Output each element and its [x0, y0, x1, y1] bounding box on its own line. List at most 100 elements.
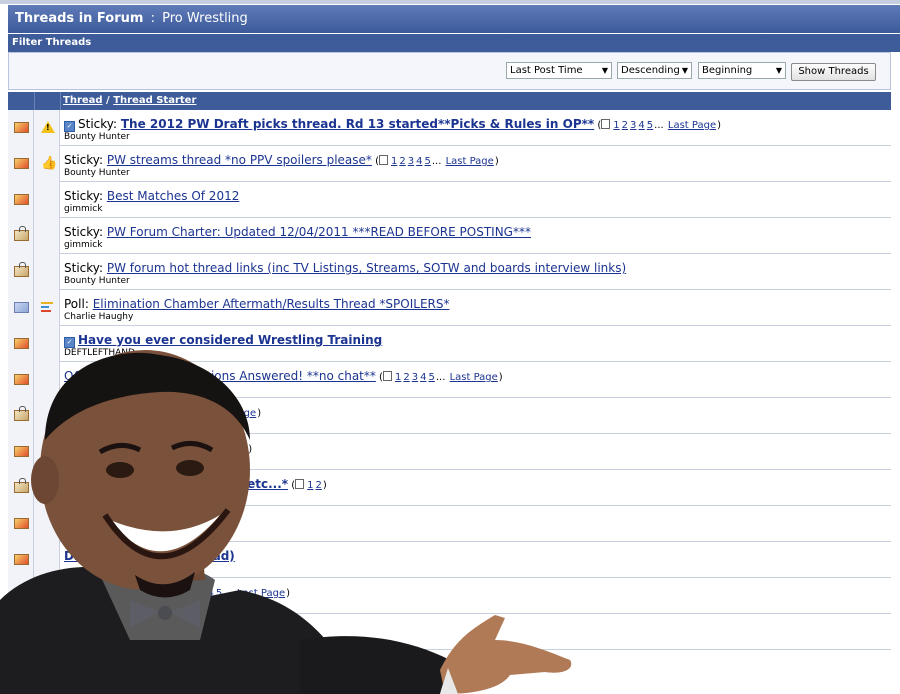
multipage-icon: [382, 371, 392, 381]
page-link[interactable]: 4: [179, 408, 185, 419]
thread-starter[interactable]: gimmick: [64, 204, 102, 214]
page-link[interactable]: 4: [105, 624, 111, 635]
thread-title-link[interactable]: PW streams thread *no PPV spoilers pleas…: [107, 153, 372, 167]
page-link[interactable]: 1: [391, 156, 397, 167]
thread-title-link[interactable]: Live Thread: [64, 405, 134, 419]
sort-order-select[interactable]: Descending ▼: [617, 62, 692, 79]
locked-folder-icon: [14, 406, 29, 421]
thread-title-link[interactable]: Have you ever considered Wrestling Train…: [78, 333, 382, 347]
page-link[interactable]: 1: [395, 372, 401, 383]
thread-title-link[interactable]: PW forum hot thread links (inc TV Listin…: [107, 261, 626, 275]
lock-icon: [19, 478, 26, 484]
thread-title-link[interactable]: PW Forum Charter: Updated 12/04/2011 ***…: [107, 225, 531, 239]
page-link[interactable]: 2: [162, 408, 168, 419]
thread-status-cell: [8, 542, 34, 578]
thread-starter[interactable]: gimmick: [64, 240, 102, 250]
thread-prefix: Poll:: [64, 297, 93, 311]
thread-starter[interactable]: DEFTLEFTHAND: [64, 348, 135, 358]
page-link[interactable]: 5: [425, 156, 431, 167]
thread-list: ✓ Sticky: The 2012 PW Draft picks thread.…: [8, 110, 891, 650]
page-link[interactable]: 5: [187, 408, 193, 419]
thread-title-link[interactable]: Draft (Evaluation thread): [64, 549, 235, 563]
sort-by-thread-link[interactable]: Thread: [63, 95, 103, 106]
thread-row: Sticky: PW forum hot thread links (inc T…: [8, 254, 891, 290]
thread-title-link[interactable]: Pre-Show thread *Spoilers etc...*: [64, 477, 288, 491]
header-status-col: [8, 92, 35, 110]
last-page-link[interactable]: Last Page: [446, 156, 494, 167]
page-link[interactable]: 3: [630, 120, 636, 131]
thread-status-cell: [8, 326, 34, 362]
checkmark-icon: ✓: [64, 121, 75, 132]
multipage-icon: [141, 407, 151, 417]
hot-folder-icon: [14, 374, 29, 385]
page-link[interactable]: 2: [241, 444, 247, 455]
page-link[interactable]: 3: [199, 588, 205, 599]
last-page-link[interactable]: Last Page: [237, 588, 285, 599]
thread-starter[interactable]: Bounty Hunter: [64, 276, 130, 286]
filter-threads-header: Filter Threads: [8, 34, 900, 52]
page-link[interactable]: 4: [207, 588, 213, 599]
multipage-icon: [220, 443, 230, 453]
thread-title-link[interactable]: Elimination Chamber Aftermath/Results Th…: [93, 297, 450, 311]
page-link[interactable]: 1: [232, 444, 238, 455]
header-sort-links: Thread / Thread Starter: [63, 95, 196, 106]
page-link[interactable]: 5: [428, 372, 434, 383]
last-page-link[interactable]: Last Page: [668, 120, 716, 131]
thread-title-line: Draft (Evaluation thread): [64, 549, 235, 563]
thread-list-header: Thread / Thread Starter: [8, 92, 891, 110]
lock-icon: [19, 226, 26, 232]
page-link[interactable]: 2: [191, 588, 197, 599]
page-link[interactable]: 1: [307, 480, 313, 491]
page-link[interactable]: 4: [416, 156, 422, 167]
multipage-icon: [170, 587, 180, 597]
thread-status-cell: [8, 506, 34, 542]
thread-starter[interactable]: Bounty Hunter: [64, 132, 130, 142]
page-link[interactable]: 3: [412, 372, 418, 383]
last-page-link[interactable]: Last Page: [135, 624, 183, 635]
page-link[interactable]: 1: [153, 408, 159, 419]
page-link[interactable]: 4: [420, 372, 426, 383]
thread-status-cell: [8, 362, 34, 398]
thread-title-link[interactable]: ussion thread*: [64, 585, 163, 599]
from-select[interactable]: Beginning ▼: [698, 62, 786, 79]
page-link[interactable]: 2: [399, 156, 405, 167]
thread-prefix: Sticky:: [64, 261, 107, 275]
thread-title-link[interactable]: PPV prediction thread: [64, 441, 213, 455]
thread-title-link[interactable]: Q&A thread - Your Questions Answered! **…: [64, 369, 376, 383]
from-value: Beginning: [702, 65, 753, 76]
thread-pages: (1 2 3 4 5... Last Page): [594, 119, 722, 131]
page-link[interactable]: 1: [613, 120, 619, 131]
thread-title-link[interactable]: The 2012 PW Draft picks thread. Rd 13 st…: [121, 117, 594, 131]
thread-icon-cell: [34, 254, 60, 290]
sort-order-value: Descending: [621, 65, 680, 76]
page-link[interactable]: 3: [97, 624, 103, 635]
last-page-link[interactable]: Last Page: [450, 372, 498, 383]
thread-starter[interactable]: Bounty Hunter: [64, 168, 130, 178]
thread-title-line: Sticky: Best Matches Of 2012: [64, 189, 239, 203]
page-link[interactable]: 2: [316, 480, 322, 491]
page-link[interactable]: 1: [80, 624, 86, 635]
hot-folder-icon: [14, 446, 29, 457]
thread-starter[interactable]: Charlie Haughy: [64, 312, 133, 322]
page-link[interactable]: 2: [622, 120, 628, 131]
thread-row: Poll: Elimination Chamber Aftermath/Resu…: [8, 290, 891, 326]
poll-bar: [41, 310, 51, 312]
page-link[interactable]: 5: [113, 624, 119, 635]
page-link[interactable]: 5: [647, 120, 653, 131]
locked-folder-icon: [14, 478, 29, 493]
sort-by-starter-link[interactable]: Thread Starter: [113, 95, 196, 106]
page-link[interactable]: 3: [170, 408, 176, 419]
last-page-link[interactable]: Last Page: [208, 408, 256, 419]
thread-title-line: Q&A thread - Your Questions Answered! **…: [64, 369, 503, 383]
thread-status-cell: [8, 182, 34, 218]
thread-title-link[interactable]: Best Matches Of 2012: [107, 189, 239, 203]
show-threads-button[interactable]: Show Threads: [791, 63, 876, 81]
page-link[interactable]: 5: [216, 588, 222, 599]
page-link[interactable]: 4: [638, 120, 644, 131]
page-link[interactable]: 2: [88, 624, 94, 635]
thread-row: Sticky: PW Forum Charter: Updated 12/04/…: [8, 218, 891, 254]
page-link[interactable]: 1: [182, 588, 188, 599]
sort-by-select[interactable]: Last Post Time ▼: [506, 62, 612, 79]
page-link[interactable]: 3: [408, 156, 414, 167]
page-link[interactable]: 2: [403, 372, 409, 383]
